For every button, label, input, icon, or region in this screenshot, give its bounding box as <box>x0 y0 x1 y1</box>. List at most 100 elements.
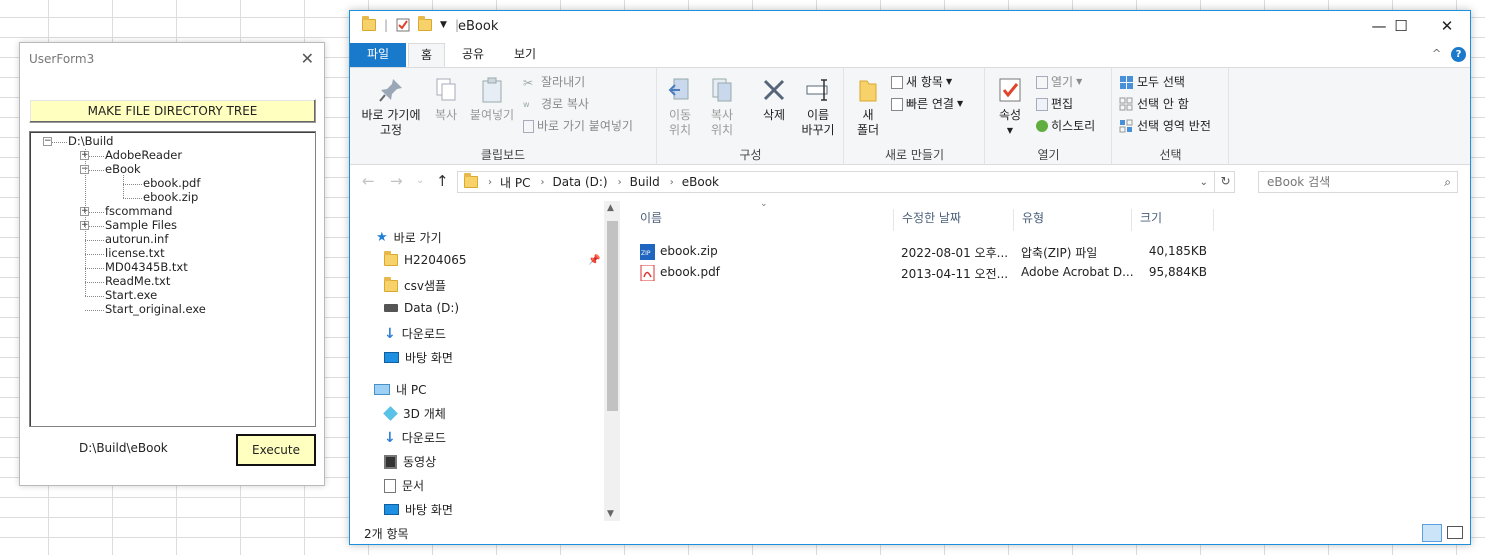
new-group: 새 폴더 새 항목 ▼ 빠른 연결 ▼ 새로 만들기 <box>845 68 985 165</box>
make-directory-tree-button[interactable]: MAKE FILE DIRECTORY TREE <box>29 99 316 123</box>
close-icon[interactable]: ✕ <box>301 49 314 68</box>
details-view-icon[interactable] <box>1422 524 1442 542</box>
tree-node[interactable]: Sample Files <box>105 219 177 232</box>
nav-item-documents[interactable]: 문서 <box>384 477 424 494</box>
large-icons-view-icon[interactable] <box>1447 526 1463 539</box>
file-row[interactable]: ZIP ebook.zip 2022-08-01 오후... 압축(ZIP) 파… <box>632 241 1232 261</box>
search-icon[interactable]: ⌕ <box>1444 172 1451 192</box>
paste-shortcut-button[interactable]: 바로 가기 붙여넣기 <box>523 118 633 134</box>
breadcrumb-ebook[interactable]: eBook <box>682 175 719 189</box>
tab-home[interactable]: 홈 <box>408 43 446 67</box>
column-header-size[interactable]: 크기 <box>1132 209 1214 231</box>
new-folder-button[interactable]: 새 폴더 <box>851 76 885 138</box>
tree-node[interactable]: ReadMe.txt <box>105 275 170 288</box>
cut-button[interactable]: ✂ 잘라내기 <box>523 74 585 90</box>
nav-this-pc[interactable]: 내 PC <box>374 381 426 398</box>
path-icon: w <box>523 99 530 109</box>
rename-icon <box>806 79 828 101</box>
tab-file[interactable]: 파일 <box>350 43 406 67</box>
tree-node[interactable]: MD04345B.txt <box>105 261 188 274</box>
directory-treeview[interactable]: − D:\Build + AdobeReader − eBook ebook.pdf eboo… <box>29 131 316 427</box>
tree-node[interactable]: autorun.inf <box>105 233 168 246</box>
move-to-button[interactable]: 이동 위치 <box>662 76 698 138</box>
nav-item-desktop[interactable]: 바탕 화면 <box>384 349 453 366</box>
tree-node[interactable]: ebook.pdf <box>143 177 200 190</box>
delete-button[interactable]: 삭제 <box>758 76 790 123</box>
nav-item-csv[interactable]: csv샘플 <box>384 276 446 294</box>
properties-button[interactable]: 속성 ▼ <box>992 76 1028 138</box>
search-box[interactable]: eBook 검색 ⌕ <box>1258 171 1458 193</box>
tab-view[interactable]: 보기 <box>502 43 548 67</box>
invert-selection-button[interactable]: 선택 영역 반전 <box>1119 118 1211 134</box>
select-none-label: 선택 안 함 <box>1137 97 1189 111</box>
nav-quick-access[interactable]: ★ 바로 가기 <box>376 229 442 246</box>
maximize-button[interactable]: ☐ <box>1378 11 1424 43</box>
column-header-name[interactable]: 이름 <box>632 209 894 231</box>
tree-node[interactable]: license.txt <box>105 247 165 260</box>
copy-to-button[interactable]: 복사 위치 <box>704 76 740 138</box>
nav-item-downloads[interactable]: ↓ 다운로드 <box>384 325 446 342</box>
rename-button[interactable]: 이름 바꾸기 <box>798 76 838 138</box>
column-header-type[interactable]: 유형 <box>1014 209 1132 231</box>
address-bar[interactable]: › 내 PC › Data (D:) › Build › eBook ⌄ ↻ <box>457 171 1235 193</box>
open-button[interactable]: 열기 ▼ <box>1036 74 1082 90</box>
column-header-modified[interactable]: 수정한 날짜 <box>894 209 1014 231</box>
tree-node[interactable]: fscommand <box>105 205 172 218</box>
chevron-down-icon[interactable]: ▼ <box>440 20 447 30</box>
file-modified: 2013-04-11 오전... <box>901 267 1009 281</box>
recent-locations-chevron-icon[interactable]: ⌄ <box>416 175 424 186</box>
nav-item-h2204065[interactable]: H2204065 <box>384 251 467 267</box>
collapse-ribbon-icon[interactable]: ^ <box>1432 47 1441 60</box>
nav-item-pc-downloads[interactable]: ↓ 다운로드 <box>384 429 446 446</box>
up-arrow-icon[interactable]: ↑ <box>436 172 449 190</box>
breadcrumb-data-drive[interactable]: Data (D:) <box>552 175 607 189</box>
address-dropdown-icon[interactable]: ⌄ <box>1200 177 1208 188</box>
tree-node[interactable]: ebook.zip <box>143 191 198 204</box>
select-all-button[interactable]: 모두 선택 <box>1119 74 1185 90</box>
breadcrumb-this-pc[interactable]: 내 PC <box>500 174 530 191</box>
properties-quick-icon[interactable] <box>396 18 410 32</box>
select-none-button[interactable]: 선택 안 함 <box>1119 96 1189 112</box>
scroll-up-icon[interactable]: ▲ <box>607 203 614 213</box>
tree-node[interactable]: Start.exe <box>105 289 157 302</box>
tree-node[interactable]: AdobeReader <box>105 149 182 162</box>
scroll-down-icon[interactable]: ▼ <box>607 509 614 519</box>
execute-button[interactable]: Execute <box>236 434 316 466</box>
history-button[interactable]: 히스토리 <box>1036 118 1095 134</box>
search-placeholder: eBook 검색 <box>1267 175 1331 189</box>
nav-item-3d-objects[interactable]: 3D 개체 <box>383 405 446 422</box>
file-name: ebook.pdf <box>660 265 720 279</box>
close-button[interactable]: ✕ <box>1424 11 1470 43</box>
star-icon: ★ <box>376 230 388 245</box>
paste-button[interactable]: 붙여넣기 <box>467 76 517 123</box>
forward-arrow-icon[interactable]: → <box>390 172 403 190</box>
nav-this-pc-label: 내 PC <box>396 383 427 397</box>
copy-button[interactable]: 복사 <box>430 76 462 123</box>
copy-path-button[interactable]: w 경로 복사 <box>523 96 589 112</box>
new-item-label: 새 항목 <box>906 75 943 89</box>
move-to-icon <box>668 78 689 100</box>
refresh-icon[interactable]: ↻ <box>1214 171 1236 193</box>
nav-item-data-drive[interactable]: Data (D:) <box>384 301 459 315</box>
new-item-button[interactable]: 새 항목 ▼ <box>891 74 952 90</box>
tree-node[interactable]: Start_original.exe <box>105 303 206 316</box>
nav-item-label: H2204065 <box>404 253 467 267</box>
tree-node[interactable]: D:\Build <box>68 135 113 148</box>
new-folder-quick-icon[interactable] <box>418 16 433 31</box>
nav-scrollbar[interactable]: ▲ ▼ <box>604 201 620 521</box>
help-icon[interactable]: ? <box>1451 47 1466 62</box>
file-row[interactable]: ebook.pdf 2013-04-11 오전... Adobe Acrobat… <box>632 262 1232 282</box>
tab-share[interactable]: 공유 <box>450 43 496 67</box>
breadcrumb-build[interactable]: Build <box>630 175 660 189</box>
scrollbar-thumb[interactable] <box>607 221 618 411</box>
nav-item-pc-desktop[interactable]: 바탕 화면 <box>384 501 453 518</box>
document-icon <box>384 478 396 493</box>
pin-to-quick-access-button[interactable]: 바로 가기에 고정 <box>356 76 426 138</box>
copy-label: 복사 <box>434 108 458 122</box>
back-arrow-icon[interactable]: ← <box>362 172 375 190</box>
nav-item-videos[interactable]: 동영상 <box>384 453 436 470</box>
edit-button[interactable]: 편집 <box>1036 96 1073 112</box>
easy-access-button[interactable]: 빠른 연결 ▼ <box>891 96 963 112</box>
tree-collapse-icon[interactable]: − <box>43 137 52 146</box>
paste-shortcut-label: 바로 가기 붙여넣기 <box>537 119 633 133</box>
